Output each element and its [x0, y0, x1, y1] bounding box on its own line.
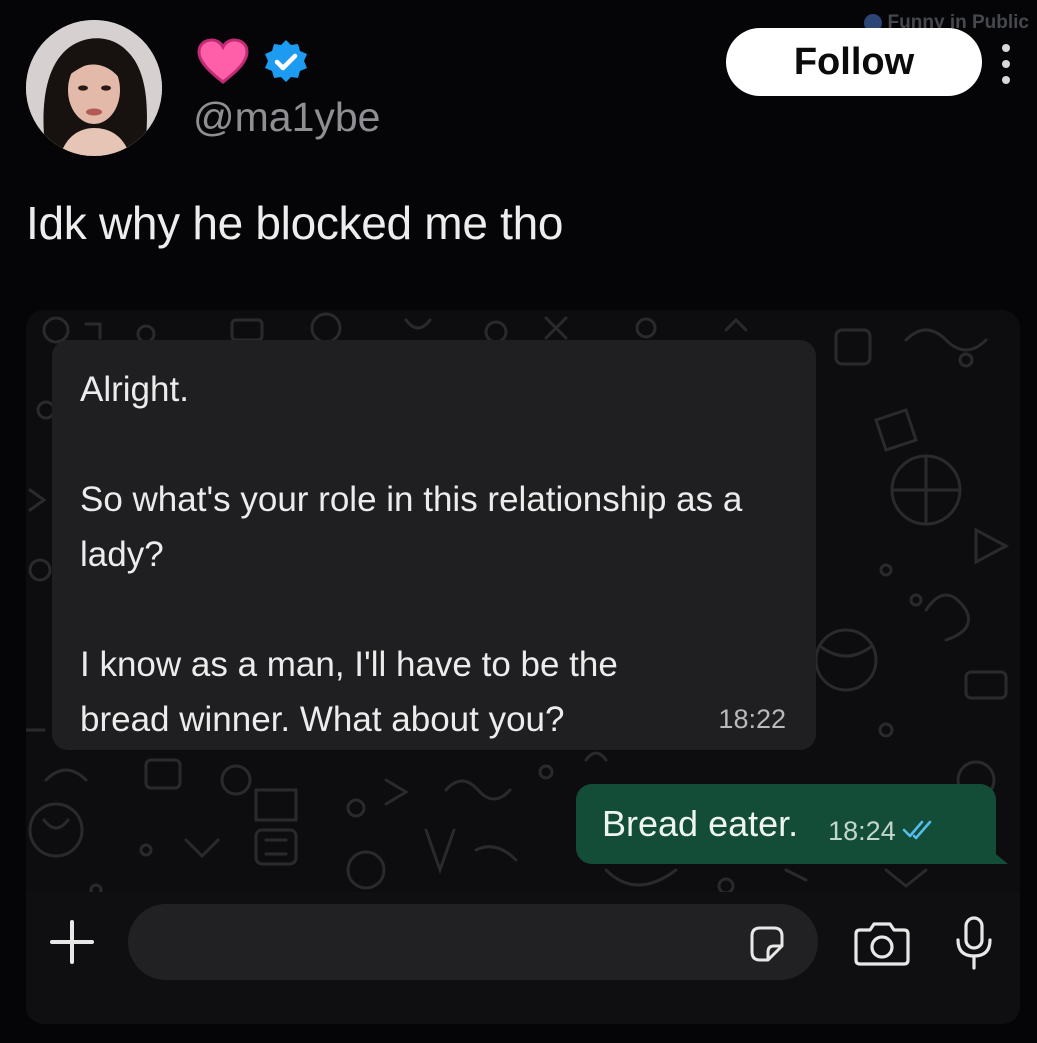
pink-heart-icon [197, 38, 249, 84]
read-ticks-icon [902, 820, 932, 840]
incoming-message-paragraph: Alright. [80, 370, 189, 409]
sticker-icon[interactable] [746, 924, 786, 964]
plus-icon[interactable] [44, 914, 100, 970]
microphone-icon[interactable] [954, 914, 994, 974]
chat-screenshot: Alright. So what's your role in this rel… [26, 310, 1020, 1024]
display-name-row [196, 38, 310, 86]
user-handle[interactable]: @ma1ybe [193, 94, 380, 141]
outgoing-message-bubble[interactable]: Bread eater. 18:24 [576, 784, 996, 864]
post-text: Idk why he blocked me tho [26, 197, 564, 249]
more-options-icon[interactable] [998, 44, 1014, 84]
message-composer [26, 892, 1020, 1024]
outgoing-message-time: 18:24 [828, 815, 896, 846]
incoming-message-bubble[interactable]: Alright. So what's your role in this rel… [52, 340, 816, 750]
avatar[interactable] [26, 20, 162, 156]
incoming-message-paragraph: So what's your role in this relationship… [80, 480, 743, 574]
post-screenshot: Funny in Public @ma1ybe Follow Idk why h… [0, 0, 1037, 1043]
outgoing-message-text: Bread eater. [602, 803, 799, 844]
message-input[interactable] [128, 904, 818, 980]
verified-badge-icon [265, 40, 307, 82]
incoming-message-paragraph: I know as a man, I'll have to be the bre… [80, 645, 618, 739]
camera-icon[interactable] [852, 920, 912, 968]
avatar-image [26, 20, 162, 156]
incoming-message-time: 18:22 [718, 704, 786, 734]
follow-button[interactable]: Follow [726, 28, 982, 96]
